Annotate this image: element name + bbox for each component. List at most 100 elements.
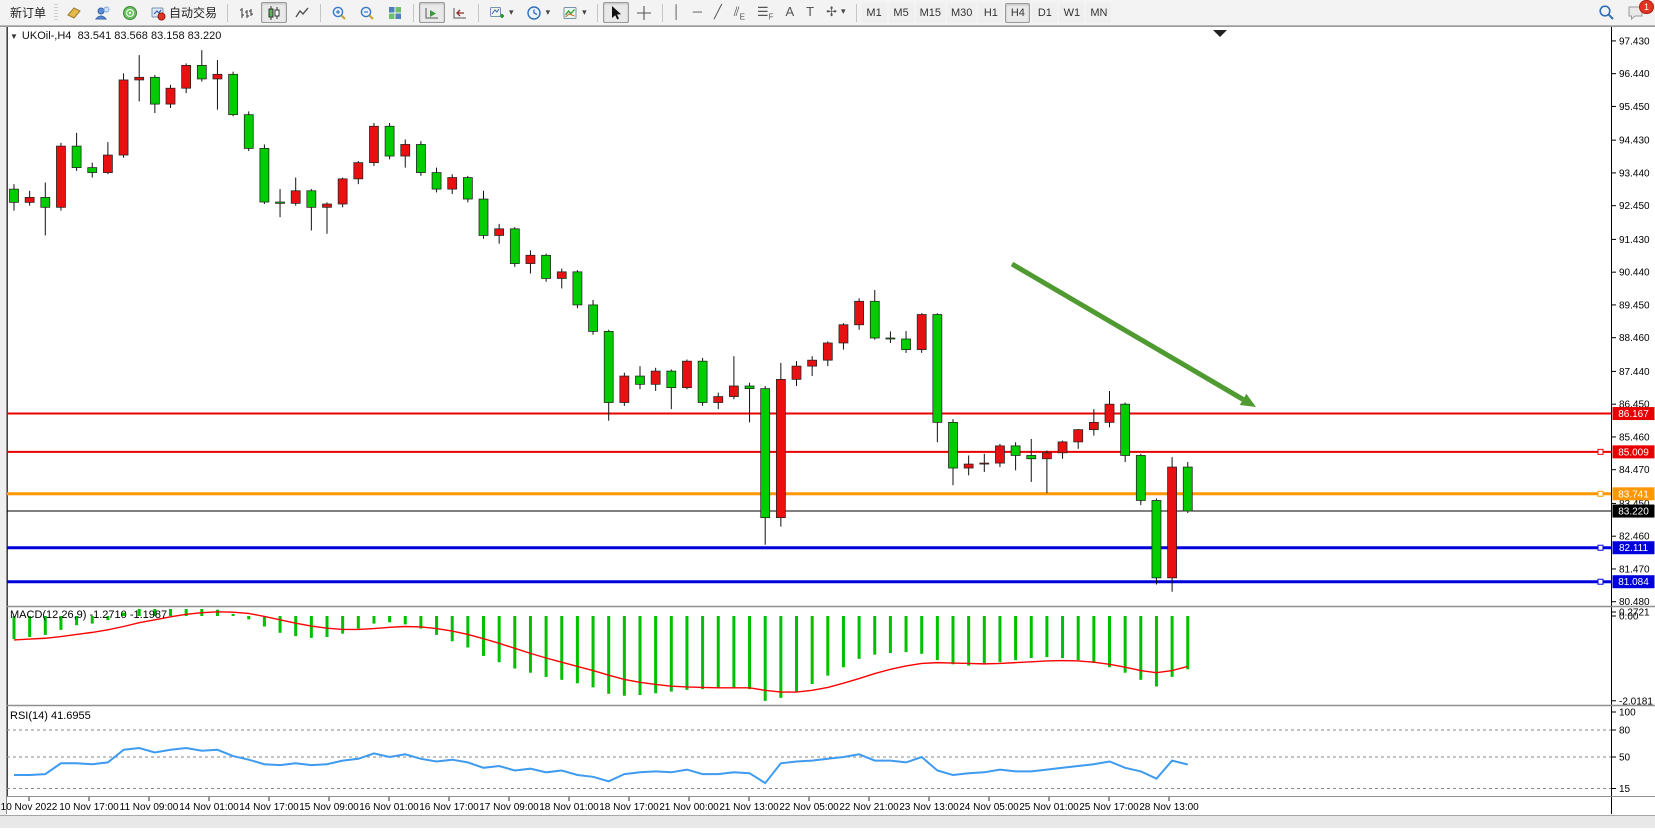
timeframe-mn-button[interactable]: MN (1086, 3, 1111, 23)
timeframe-m15-button[interactable]: M15 (916, 3, 945, 23)
candlestick-mode-button[interactable] (261, 2, 287, 23)
bar-chart-icon (238, 5, 254, 21)
candle-body (542, 255, 551, 278)
bar-chart-mode-button[interactable] (233, 2, 259, 23)
candle-body (526, 255, 535, 263)
rsi-label: RSI(14) 41.6955 (10, 710, 91, 722)
line-chart-mode-button[interactable] (289, 2, 315, 23)
candle-body (964, 464, 973, 468)
candle-body (557, 272, 566, 279)
candlestick-icon (266, 5, 282, 21)
price-badge-label: 86.167 (1618, 409, 1649, 420)
rsi-line (14, 748, 1188, 783)
timeframe-h1-button[interactable]: H1 (978, 3, 1003, 23)
trend-arrow[interactable] (1012, 264, 1243, 399)
timeframe-m5-button[interactable]: M5 (889, 3, 914, 23)
text-tool-button[interactable]: A (781, 1, 800, 22)
toolbar-separator (478, 4, 479, 22)
candle-body (698, 361, 707, 402)
price-tick-label: 90.440 (1619, 268, 1650, 279)
indicators-button[interactable]: ▾ (484, 2, 519, 23)
hline-handle-81.084[interactable] (1598, 579, 1603, 584)
date-tick-label: 16 Nov 17:00 (419, 802, 479, 813)
chart-window[interactable]: ▼UKOil-,H4 83.541 83.568 83.158 83.220 9… (0, 0, 1655, 827)
metaeditor-button[interactable] (61, 2, 87, 23)
candle-body (338, 179, 347, 204)
equidistant-channel-icon: ⫽E (734, 5, 745, 22)
toolbar-grip (54, 4, 58, 22)
candle-body (761, 389, 770, 518)
tile-windows-icon (387, 5, 403, 21)
hline-handle-85.009[interactable] (1598, 449, 1603, 454)
price-tick-label: 92.450 (1619, 201, 1650, 212)
cursor-tool-button[interactable] (603, 2, 629, 23)
chart-shift-marker[interactable] (1213, 30, 1227, 37)
search-button[interactable] (1593, 2, 1620, 23)
candle-body (792, 366, 801, 379)
candle-body (385, 126, 394, 156)
notifications-button[interactable]: 1 (1622, 2, 1650, 23)
signals-button[interactable] (117, 2, 143, 23)
candle-body (839, 325, 848, 343)
rsi-tick-label: 80 (1619, 726, 1631, 737)
indicators-icon (489, 5, 505, 21)
candle-body (291, 191, 300, 204)
candle-body (369, 126, 378, 162)
date-tick-label: 17 Nov 09:00 (479, 802, 539, 813)
timeframe-w1-button[interactable]: W1 (1059, 3, 1084, 23)
candle-body (432, 173, 441, 190)
candle-body (1168, 467, 1177, 578)
periods-button[interactable]: ▾ (521, 2, 556, 23)
text-label-icon: T (806, 5, 814, 18)
auto-scroll-button[interactable] (419, 2, 445, 23)
candle-body (636, 376, 645, 384)
hline-handle-83.741[interactable] (1598, 491, 1603, 496)
candle-body (56, 146, 65, 207)
zoom-in-button[interactable] (326, 2, 352, 23)
candle-body (260, 148, 269, 202)
candle-body (41, 197, 50, 207)
tile-windows-button[interactable] (382, 2, 408, 23)
candle-body (933, 315, 942, 423)
candle-body (197, 65, 206, 79)
candle-body (307, 191, 316, 208)
candle-body (870, 301, 879, 338)
trendline-icon: ╱ (714, 5, 722, 18)
timeframe-d1-button[interactable]: D1 (1032, 3, 1057, 23)
macd-signal-line (14, 612, 1188, 692)
horizontal-line-tool-button[interactable]: ─ (688, 1, 707, 22)
date-tick-label: 21 Nov 13:00 (719, 802, 779, 813)
search-icon (1598, 4, 1615, 21)
vertical-line-tool-button[interactable]: │ (668, 1, 686, 22)
toolbar-separator (227, 4, 228, 22)
price-tick-label: 89.450 (1619, 300, 1650, 311)
arrows-tool-button[interactable]: ✢▾ (821, 1, 850, 22)
timeframe-m30-button[interactable]: M30 (947, 3, 976, 23)
equidistant-channel-tool-button[interactable]: ⫽E (729, 3, 750, 24)
candle-body (244, 115, 253, 149)
date-tick-label: 21 Nov 00:00 (659, 802, 719, 813)
chart-shift-button[interactable] (447, 2, 473, 23)
candle-body (1058, 442, 1067, 453)
trendline-tool-button[interactable]: ╱ (709, 1, 727, 22)
zoom-out-button[interactable] (354, 2, 380, 23)
text-label-tool-button[interactable]: T (801, 1, 819, 22)
templates-button[interactable]: ▾ (557, 2, 592, 23)
autotrading-button[interactable]: 自动交易 (145, 2, 222, 23)
zoom-out-icon (359, 5, 375, 21)
hline-handle-82.111[interactable] (1598, 545, 1603, 550)
candle-body (182, 65, 191, 88)
candle-body (667, 371, 676, 388)
chart-canvas[interactable]: 97.43096.44095.45094.43093.44092.45091.4… (0, 0, 1655, 827)
text-icon: A (786, 5, 795, 18)
candle-body (573, 272, 582, 305)
new-order-button[interactable]: 新订单 (5, 2, 51, 23)
timeframe-m1-button[interactable]: M1 (862, 3, 887, 23)
timeframe-h4-button[interactable]: H4 (1005, 3, 1030, 23)
rsi-tick-label: 15 (1619, 784, 1631, 795)
autotrading-icon (150, 5, 166, 21)
price-tick-label: 81.470 (1619, 564, 1650, 575)
mql5-community-button[interactable] (89, 2, 115, 23)
crosshair-tool-button[interactable] (631, 2, 657, 23)
fibonacci-tool-button[interactable]: ☰F (752, 3, 779, 24)
